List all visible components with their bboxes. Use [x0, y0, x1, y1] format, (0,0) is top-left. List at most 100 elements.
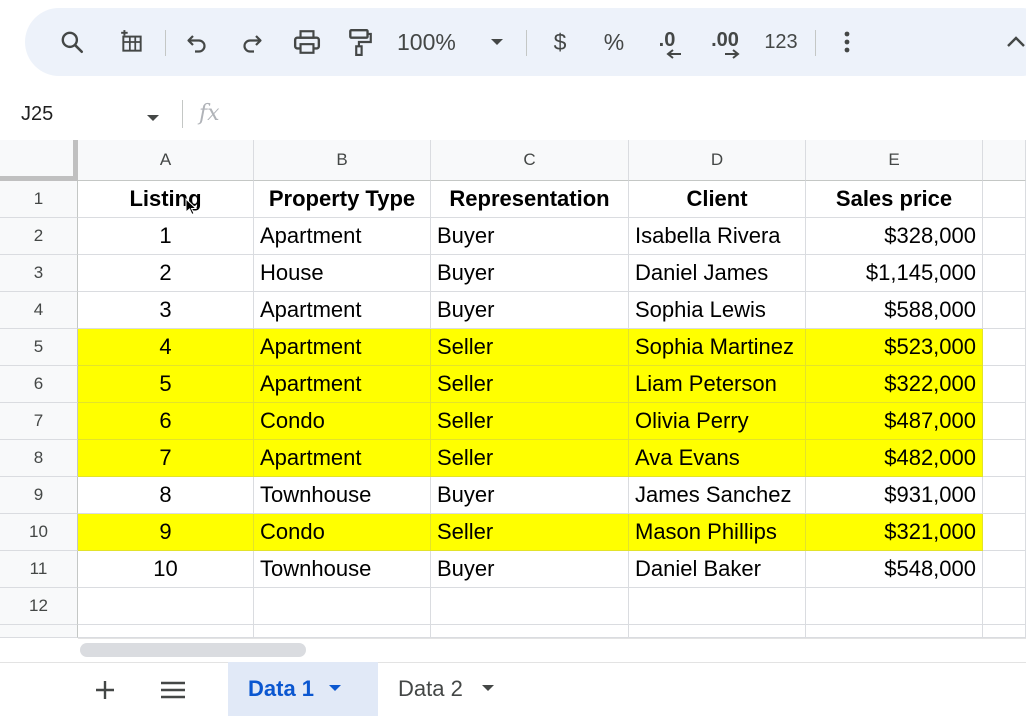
table-cell[interactable]: Daniel Baker: [629, 551, 806, 588]
table-cell[interactable]: Olivia Perry: [629, 403, 806, 440]
table-cell[interactable]: [983, 440, 1026, 477]
row-header-12[interactable]: 12: [0, 588, 78, 625]
table-cell[interactable]: Buyer: [431, 477, 629, 514]
row-header-4[interactable]: 4: [0, 292, 78, 329]
table-cell[interactable]: [983, 292, 1026, 329]
table-cell[interactable]: $1,145,000: [806, 255, 983, 292]
chevron-down-icon[interactable]: [481, 680, 495, 698]
print-button[interactable]: [289, 8, 325, 76]
table-cell[interactable]: [983, 403, 1026, 440]
table-cell[interactable]: $523,000: [806, 329, 983, 366]
collapse-toolbar-button[interactable]: [1003, 8, 1026, 76]
table-cell[interactable]: Sophia Lewis: [629, 292, 806, 329]
paint-format-button[interactable]: [343, 8, 377, 76]
zoom-dropdown-button[interactable]: [485, 8, 509, 76]
table-cell[interactable]: [254, 588, 431, 625]
table-cell[interactable]: Apartment: [254, 218, 431, 255]
table-cell[interactable]: 7: [78, 440, 254, 477]
table-cell[interactable]: Ava Evans: [629, 440, 806, 477]
table-cell[interactable]: $322,000: [806, 366, 983, 403]
column-header-d[interactable]: D: [629, 140, 806, 181]
row-header-3[interactable]: 3: [0, 255, 78, 292]
formula-input[interactable]: [240, 96, 1020, 134]
table-cell[interactable]: Seller: [431, 514, 629, 551]
table-cell[interactable]: 5: [78, 366, 254, 403]
row-header-11[interactable]: 11: [0, 551, 78, 588]
more-formats-button[interactable]: 123: [759, 8, 803, 76]
row-header-1[interactable]: 1: [0, 181, 78, 218]
search-menus-button[interactable]: [55, 8, 89, 76]
table-cell[interactable]: $321,000: [806, 514, 983, 551]
all-sheets-button[interactable]: [157, 672, 189, 712]
horizontal-scrollbar-thumb[interactable]: [80, 643, 306, 657]
row-header-10[interactable]: 10: [0, 514, 78, 551]
table-cell[interactable]: [983, 255, 1026, 292]
table-cell[interactable]: 9: [78, 514, 254, 551]
undo-button[interactable]: [180, 8, 214, 76]
sheet-tab-data-1[interactable]: Data 1: [228, 662, 378, 716]
row-header-9[interactable]: 9: [0, 477, 78, 514]
table-cell[interactable]: Townhouse: [254, 477, 431, 514]
table-cell[interactable]: Condo: [254, 403, 431, 440]
table-cell[interactable]: Mason Phillips: [629, 514, 806, 551]
chevron-down-icon[interactable]: [328, 680, 342, 698]
table-cell[interactable]: Apartment: [254, 329, 431, 366]
table-cell[interactable]: 3: [78, 292, 254, 329]
table-header-cell[interactable]: Client: [629, 181, 806, 218]
table-cell[interactable]: [983, 218, 1026, 255]
table-cell[interactable]: [983, 181, 1026, 218]
table-cell[interactable]: Seller: [431, 440, 629, 477]
table-cell[interactable]: [431, 625, 629, 638]
column-header-e[interactable]: E: [806, 140, 983, 181]
add-sheet-button[interactable]: [90, 672, 120, 712]
table-cell[interactable]: $548,000: [806, 551, 983, 588]
row-header-8[interactable]: 8: [0, 440, 78, 477]
table-cell[interactable]: [629, 588, 806, 625]
increase-decimal-button[interactable]: .00: [703, 8, 747, 76]
table-cell[interactable]: Liam Peterson: [629, 366, 806, 403]
table-header-cell[interactable]: Representation: [431, 181, 629, 218]
table-cell[interactable]: [983, 477, 1026, 514]
table-cell[interactable]: [806, 625, 983, 638]
table-cell[interactable]: Sophia Martinez: [629, 329, 806, 366]
table-cell[interactable]: [78, 625, 254, 638]
decrease-decimal-button[interactable]: .0: [647, 8, 687, 76]
table-cell[interactable]: Seller: [431, 403, 629, 440]
table-cell[interactable]: [254, 625, 431, 638]
table-cell[interactable]: 6: [78, 403, 254, 440]
table-cell[interactable]: $487,000: [806, 403, 983, 440]
column-header-c[interactable]: C: [431, 140, 629, 181]
row-header-6[interactable]: 6: [0, 366, 78, 403]
table-cell[interactable]: [983, 551, 1026, 588]
column-header-extra[interactable]: [983, 140, 1026, 181]
name-box[interactable]: J25: [0, 90, 180, 138]
table-cell[interactable]: House: [254, 255, 431, 292]
table-cell[interactable]: Condo: [254, 514, 431, 551]
table-cell[interactable]: Buyer: [431, 292, 629, 329]
table-cell[interactable]: Daniel James: [629, 255, 806, 292]
table-cell[interactable]: [806, 588, 983, 625]
table-cell[interactable]: [983, 625, 1026, 638]
table-cell[interactable]: [983, 514, 1026, 551]
table-cell[interactable]: 2: [78, 255, 254, 292]
table-cell[interactable]: Seller: [431, 329, 629, 366]
select-all-corner[interactable]: [0, 140, 78, 181]
table-cell[interactable]: $588,000: [806, 292, 983, 329]
table-cell[interactable]: $931,000: [806, 477, 983, 514]
more-options-button[interactable]: [835, 8, 859, 76]
table-cell[interactable]: [983, 366, 1026, 403]
column-header-a[interactable]: A: [78, 140, 254, 181]
table-cell[interactable]: $482,000: [806, 440, 983, 477]
table-header-cell[interactable]: Property Type: [254, 181, 431, 218]
table-cell[interactable]: $328,000: [806, 218, 983, 255]
redo-button[interactable]: [235, 8, 269, 76]
row-header-7[interactable]: 7: [0, 403, 78, 440]
sheet-tab-data-2[interactable]: Data 2: [384, 662, 524, 716]
table-header-cell[interactable]: Sales price: [806, 181, 983, 218]
percent-format-button[interactable]: %: [599, 8, 629, 76]
table-cell[interactable]: 4: [78, 329, 254, 366]
clear-format-button[interactable]: [115, 8, 149, 76]
table-cell[interactable]: [983, 588, 1026, 625]
table-cell[interactable]: 8: [78, 477, 254, 514]
table-cell[interactable]: 1: [78, 218, 254, 255]
